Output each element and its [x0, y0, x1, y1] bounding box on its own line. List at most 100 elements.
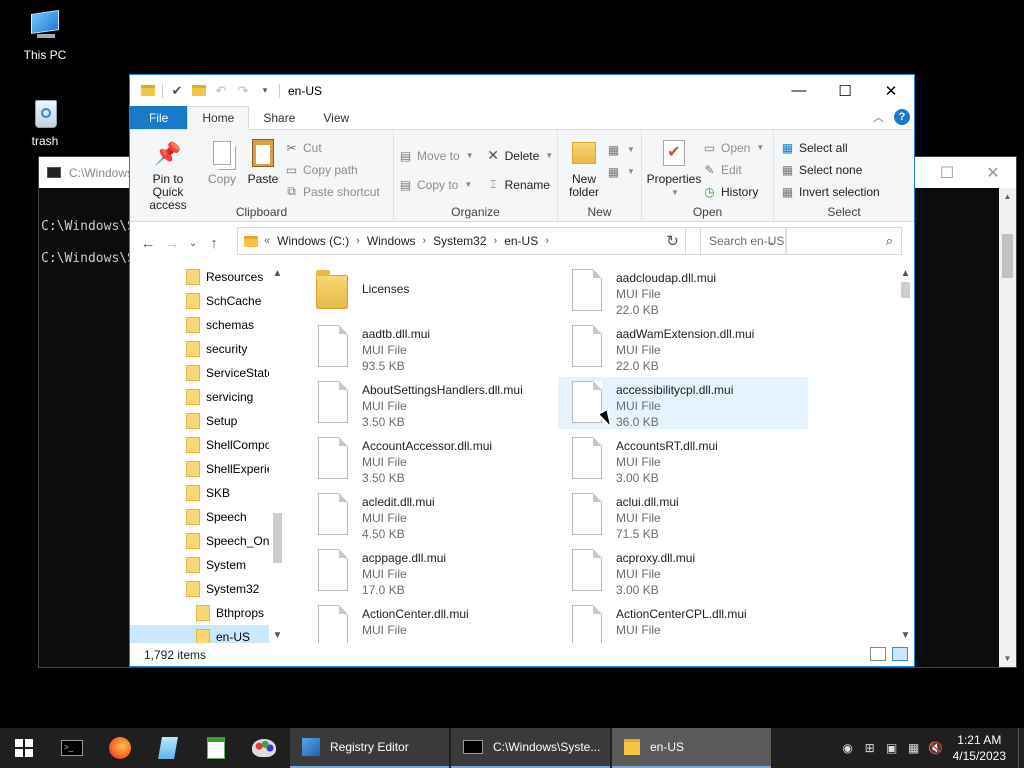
breadcrumb-en-us[interactable]: en-US [504, 234, 538, 248]
list-item[interactable]: aadcloudap.dll.mui MUI File 22.0 KB [552, 265, 802, 317]
list-item[interactable]: acppage.dll.mui MUI File 17.0 KB [298, 545, 548, 597]
forward-arrow-icon[interactable]: → [160, 235, 184, 252]
nav-item-skb[interactable]: SKB [130, 481, 272, 505]
new-folder-icon[interactable] [191, 83, 207, 99]
explorer-window[interactable]: ✔ ↶ ↷ ▾ en-US — ☐ ✕ File Home Share View… [129, 74, 915, 667]
back-arrow-icon[interactable]: ← [136, 235, 160, 252]
minimize-button[interactable]: — [776, 75, 822, 106]
open-button[interactable]: ▭ Open ▼ [702, 138, 764, 157]
nav-item-en-us[interactable]: en-US [130, 625, 272, 643]
chevron-right-icon[interactable]: › [494, 235, 498, 247]
navigation-pane-scrollbar[interactable]: ▲ ▼ [269, 265, 286, 643]
scroll-thumb[interactable] [273, 513, 282, 563]
taskbar-notepad-button[interactable] [144, 728, 192, 768]
customize-toolbar-icon[interactable]: ▾ [257, 83, 273, 99]
chevron-right-icon[interactable]: › [423, 235, 427, 247]
scroll-down-icon[interactable]: ▼ [269, 627, 286, 643]
nav-item-servicing[interactable]: servicing [130, 385, 272, 409]
help-icon[interactable]: ? [894, 109, 910, 125]
refresh-icon[interactable]: ↻ [660, 227, 686, 255]
taskbar-cmd-button[interactable]: >_ [48, 728, 96, 768]
breadcrumb-windows-c[interactable]: Windows (C:) [277, 234, 349, 248]
copy-path-button[interactable]: ▭ Copy path [284, 160, 380, 179]
maximize-button[interactable]: ☐ [822, 75, 868, 106]
up-arrow-icon[interactable]: ↑ [202, 235, 226, 252]
invert-selection-button[interactable]: ▦ Invert selection [780, 182, 880, 201]
details-view-icon[interactable] [870, 647, 886, 661]
chevron-right-icon[interactable]: › [545, 235, 549, 247]
cut-button[interactable]: ✂ Cut [284, 138, 380, 157]
list-item[interactable]: AccountsRT.dll.mui MUI File 3.00 KB [552, 433, 802, 485]
nav-item-shellcomponents[interactable]: ShellComponents [130, 433, 272, 457]
console-maximize-button[interactable]: ☐ [924, 157, 970, 188]
display-icon[interactable]: ▣ [881, 728, 903, 768]
list-item[interactable]: AboutSettingsHandlers.dll.mui MUI File 3.5… [298, 377, 548, 429]
taskbar-paint-button[interactable] [240, 728, 288, 768]
copy-to-button[interactable]: ▤ Copy to ▼ [398, 175, 474, 194]
network-icon[interactable]: ⊞ [859, 728, 881, 768]
undo-icon[interactable]: ↶ [213, 83, 229, 99]
tab-view[interactable]: View [309, 106, 363, 129]
close-button[interactable]: ✕ [868, 75, 914, 106]
navigation-pane[interactable]: Resources SchCache schemas security Serv… [130, 265, 285, 643]
taskbar-firefox-button[interactable] [96, 728, 144, 768]
clock[interactable]: 1:21 AM 4/15/2023 [947, 732, 1018, 764]
taskbar-task-console[interactable]: C:\Windows\Syste... [451, 728, 610, 768]
paste-shortcut-button[interactable]: ⧉ Paste shortcut [284, 182, 380, 201]
nav-item-schcache[interactable]: SchCache [130, 289, 272, 313]
nav-item-bthprops[interactable]: Bthprops [130, 601, 272, 625]
file-list[interactable]: Licenses aadcloudap.dll.mui MUI File 22.0 … [290, 265, 902, 643]
scroll-down-icon[interactable]: ▼ [897, 627, 914, 643]
tray-app-icon[interactable]: ▦ [903, 728, 925, 768]
tiles-view-icon[interactable] [892, 647, 908, 661]
nav-item-security[interactable]: security [130, 337, 272, 361]
network-globe-icon[interactable]: ◉ [837, 728, 859, 768]
list-item[interactable]: acproxy.dll.mui MUI File 3.00 KB [552, 545, 802, 597]
console-scroll-thumb[interactable] [1002, 234, 1013, 278]
nav-item-resources[interactable]: Resources [130, 265, 272, 289]
scroll-up-icon[interactable]: ▲ [897, 265, 914, 281]
nav-item-system32[interactable]: System32 [130, 577, 272, 601]
scroll-up-icon[interactable]: ▲ [269, 265, 286, 281]
file-list-scrollbar[interactable]: ▲ ▼ [897, 265, 914, 643]
search-input[interactable]: Search en-US ⌕ [700, 227, 902, 255]
list-item[interactable]: aadWamExtension.dll.mui MUI File 22.0 KB [552, 321, 802, 373]
breadcrumb-system32[interactable]: System32 [433, 234, 486, 248]
volume-muted-icon[interactable]: 🔇 [925, 728, 947, 768]
show-desktop-button[interactable] [1018, 728, 1024, 768]
list-item[interactable]: ActionCenter.dll.mui MUI File [298, 601, 548, 643]
recent-locations-icon[interactable]: ⌄ [184, 238, 202, 249]
select-all-button[interactable]: ▦ Select all [780, 138, 880, 157]
select-none-button[interactable]: ▦ Select none [780, 160, 880, 179]
nav-item-schemas[interactable]: schemas [130, 313, 272, 337]
taskbar-task-registry-editor[interactable]: Registry Editor [290, 728, 449, 768]
collapse-ribbon-icon[interactable]: ︿ [873, 109, 884, 125]
console-scrollbar[interactable]: ▲ ▼ [999, 188, 1016, 667]
tab-home[interactable]: Home [187, 106, 250, 130]
explorer-titlebar[interactable]: ✔ ↶ ↷ ▾ en-US — ☐ ✕ [130, 75, 914, 106]
breadcrumb-overflow[interactable]: « [264, 235, 270, 247]
nav-item-system[interactable]: System [130, 553, 272, 577]
breadcrumb-windows[interactable]: Windows [367, 234, 416, 248]
tab-file[interactable]: File [130, 106, 188, 129]
scroll-thumb[interactable] [901, 282, 910, 298]
list-item[interactable]: accessibilitycpl.dll.mui MUI File 36.0 KB [558, 377, 808, 429]
nav-item-setup[interactable]: Setup [130, 409, 272, 433]
list-item[interactable]: AccountAccessor.dll.mui MUI File 3.50 KB [298, 433, 548, 485]
chevron-right-icon[interactable]: › [356, 235, 360, 247]
properties-icon[interactable]: ✔ [169, 83, 185, 99]
nav-item-servicestate[interactable]: ServiceState [130, 361, 272, 385]
edit-button[interactable]: ✎ Edit [702, 160, 764, 179]
desktop-icon-this-pc[interactable]: This PC [10, 10, 80, 62]
new-item-button[interactable]: ▦ ▼ [606, 140, 635, 159]
taskbar-task-explorer[interactable]: en-US [612, 728, 771, 768]
history-button[interactable]: ◷ History [702, 182, 764, 201]
scroll-down-icon[interactable]: ▼ [999, 650, 1016, 667]
list-item[interactable]: aadtb.dll.mui MUI File 93.5 KB [298, 321, 548, 373]
list-item[interactable]: Licenses [298, 265, 548, 317]
move-to-button[interactable]: ▤ Move to ▼ [398, 146, 474, 165]
console-close-button[interactable]: ✕ [970, 157, 1016, 188]
list-item[interactable]: acledit.dll.mui MUI File 4.50 KB [298, 489, 548, 541]
nav-item-speech[interactable]: Speech [130, 505, 272, 529]
nav-item-shellexperiences[interactable]: ShellExperiences [130, 457, 272, 481]
